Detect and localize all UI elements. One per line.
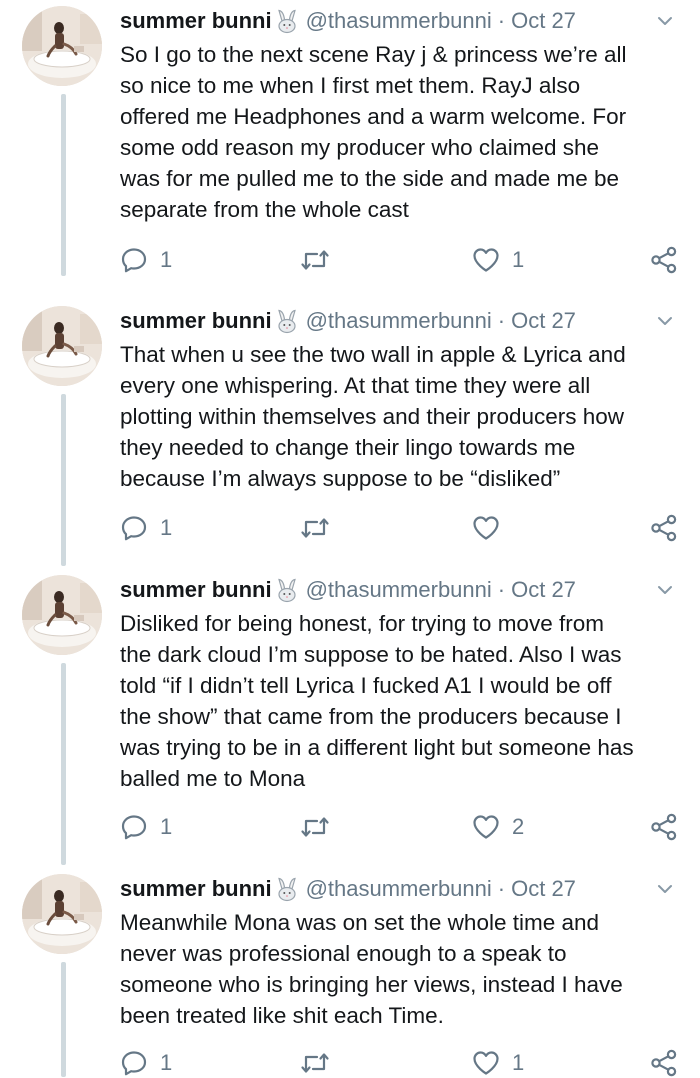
bunny-icon [274,577,300,603]
heart-icon [472,814,500,840]
reply-button[interactable]: 1 [120,245,172,275]
bunny-icon [274,876,300,902]
chevron-down-icon[interactable] [656,12,674,30]
separator-dot: · [497,308,506,333]
like-button[interactable]: 1 [472,1048,524,1078]
reply-count: 1 [160,1050,173,1075]
reply-count: 1 [160,814,173,839]
user-handle[interactable]: @thasummerbunni [306,8,492,34]
retweet-icon [300,515,330,541]
like-count: 1 [512,1050,525,1075]
tweet-header: summer bunni @thasummerbunni · Oct 27 [120,306,682,336]
thread-line [61,663,66,865]
tweet-actions: 1 1 [120,1048,682,1078]
reply-button[interactable]: 1 [120,1048,172,1078]
bunny-icon [274,8,300,34]
like-count: 1 [512,247,525,272]
avatar[interactable] [22,306,102,386]
retweet-button[interactable] [300,812,330,842]
share-button[interactable] [650,1048,678,1078]
reply-icon [120,1049,148,1077]
reply-icon [120,246,148,274]
like-button[interactable] [472,513,512,543]
timestamp[interactable]: Oct 27 [511,308,576,334]
reply-button[interactable]: 1 [120,513,172,543]
display-name[interactable]: summer bunni [120,876,272,902]
like-button[interactable]: 2 [472,812,524,842]
reply-count: 1 [160,515,173,540]
retweet-button[interactable] [300,245,330,275]
tweet-actions: 1 [120,513,682,543]
avatar[interactable] [22,575,102,655]
reply-count: 1 [160,247,173,272]
like-button[interactable]: 1 [472,245,524,275]
share-icon [650,1049,678,1077]
tweet-actions: 1 1 [120,245,682,275]
tweet-actions: 1 2 [120,812,682,842]
like-count: 2 [512,814,525,839]
thread-line [61,94,66,276]
thread-line [61,394,66,566]
reply-button[interactable]: 1 [120,812,172,842]
heart-icon [472,1050,500,1076]
heart-icon [472,247,500,273]
share-icon [650,514,678,542]
share-button[interactable] [650,812,678,842]
user-handle[interactable]: @thasummerbunni [306,876,492,902]
avatar[interactable] [22,6,102,86]
share-button[interactable] [650,245,678,275]
separator-dot: · [497,8,506,33]
chevron-down-icon[interactable] [656,880,674,898]
separator-dot: · [497,876,506,901]
tweet-header: summer bunni @thasummerbunni · Oct 27 [120,6,682,36]
tweet-text: Meanwhile Mona was on set the whole time… [120,910,623,1028]
display-name[interactable]: summer bunni [120,8,272,34]
chevron-down-icon[interactable] [656,581,674,599]
tweet-header: summer bunni @thasummerbunni · Oct 27 [120,874,682,904]
thread-line [61,962,66,1077]
timestamp[interactable]: Oct 27 [511,876,576,902]
user-handle[interactable]: @thasummerbunni [306,308,492,334]
tweet-text: That when u see the two wall in apple & … [120,342,626,491]
bunny-icon [274,308,300,334]
retweet-button[interactable] [300,513,330,543]
user-handle[interactable]: @thasummerbunni [306,577,492,603]
share-icon [650,246,678,274]
retweet-icon [300,1050,330,1076]
retweet-icon [300,814,330,840]
separator-dot: · [497,577,506,602]
display-name[interactable]: summer bunni [120,308,272,334]
timestamp[interactable]: Oct 27 [511,8,576,34]
chevron-down-icon[interactable] [656,312,674,330]
display-name[interactable]: summer bunni [120,577,272,603]
heart-icon [472,515,500,541]
reply-icon [120,514,148,542]
tweet-header: summer bunni @thasummerbunni · Oct 27 [120,575,682,605]
tweet-text: Disliked for being honest, for trying to… [120,611,634,791]
timestamp[interactable]: Oct 27 [511,577,576,603]
retweet-icon [300,247,330,273]
tweet-text: So I go to the next scene Ray j & prince… [120,42,627,222]
retweet-button[interactable] [300,1048,330,1078]
share-button[interactable] [650,513,678,543]
avatar[interactable] [22,874,102,954]
share-icon [650,813,678,841]
reply-icon [120,813,148,841]
